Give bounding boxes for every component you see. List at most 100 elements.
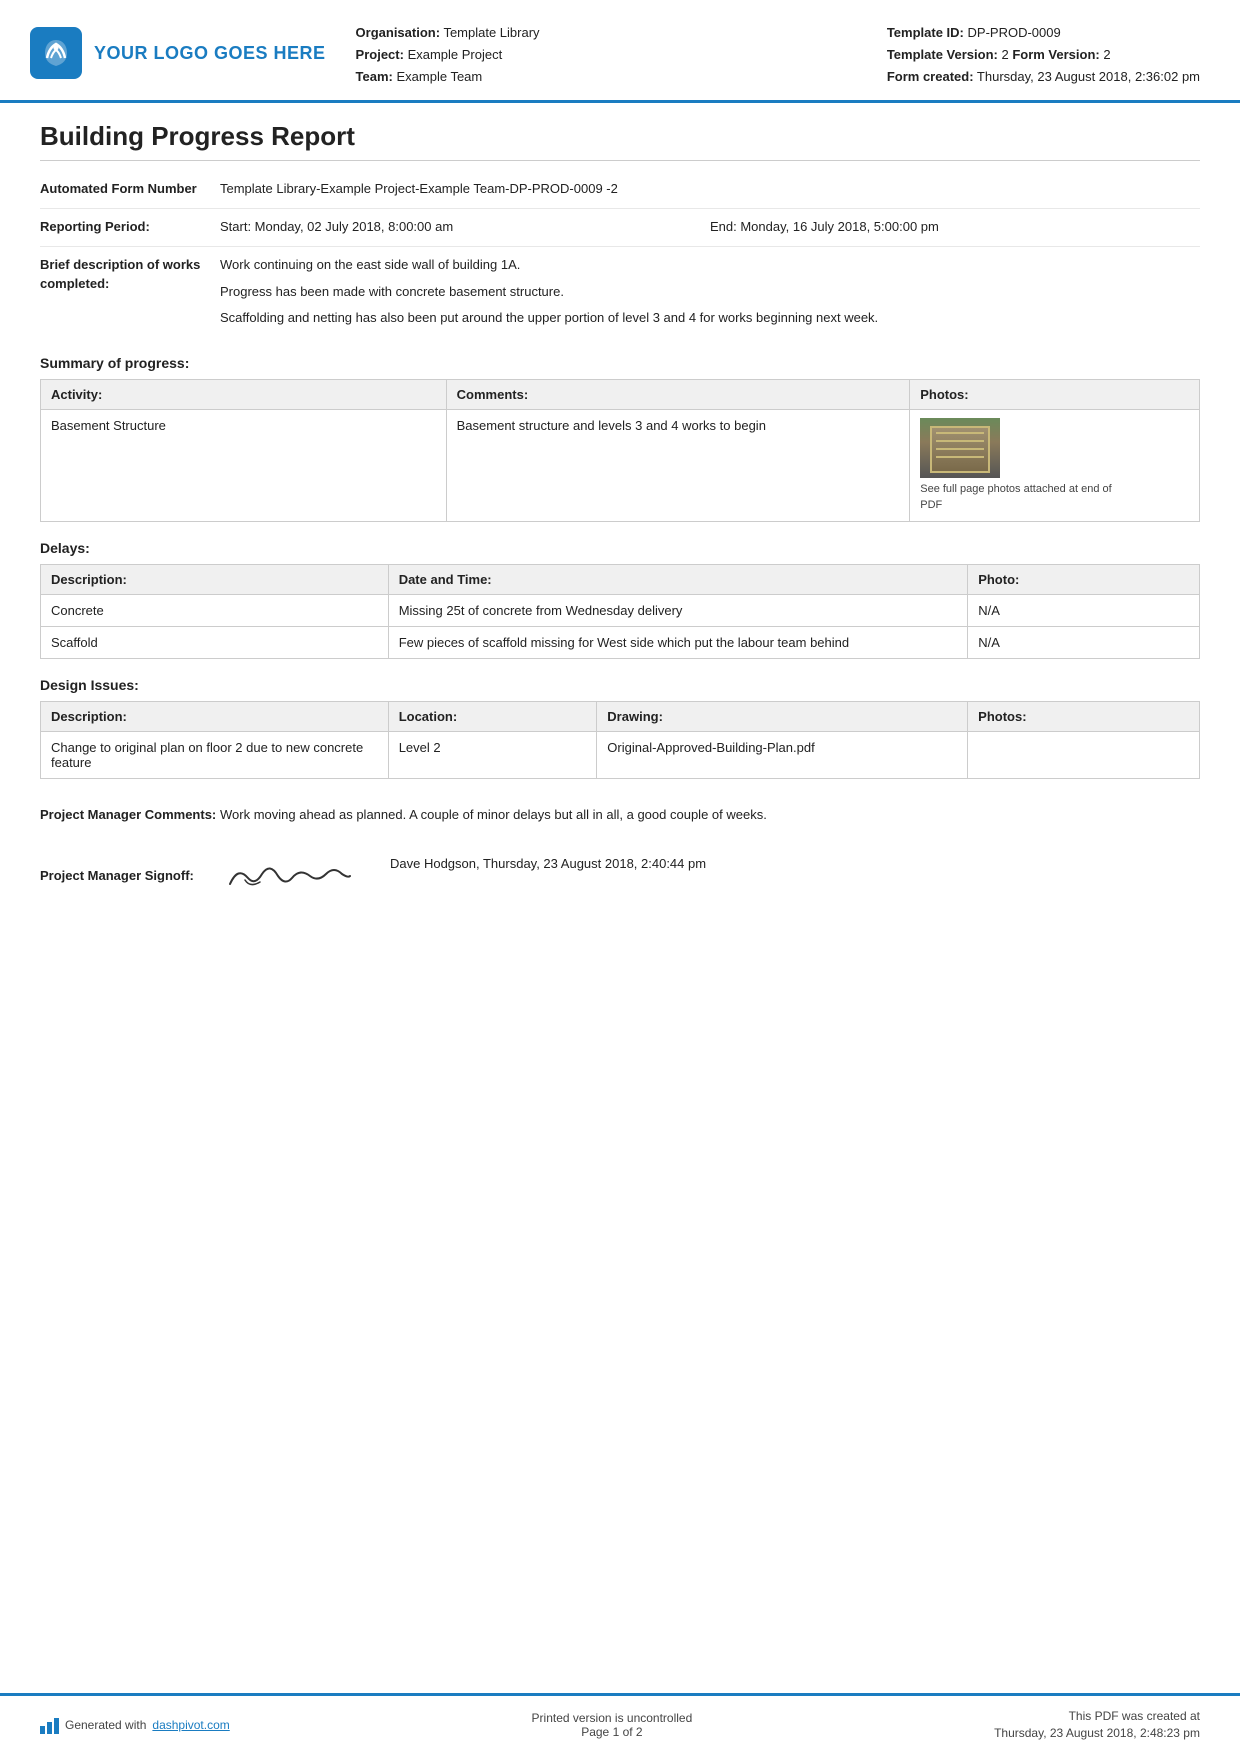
delays-desc-1: Concrete: [41, 595, 389, 627]
brief-description-label: Brief description of works completed:: [40, 255, 220, 294]
of-text: of 2: [623, 1725, 643, 1739]
reporting-start: Start: Monday, 02 July 2018, 8:00:00 am: [220, 217, 710, 238]
form-number-value: Template Library-Example Project-Example…: [220, 179, 1200, 200]
logo-text: YOUR LOGO GOES HERE: [94, 43, 326, 64]
di-row-1: Change to original plan on floor 2 due t…: [41, 732, 1200, 779]
form-number-row: Automated Form Number Template Library-E…: [40, 171, 1200, 209]
signature-area: Dave Hodgson, Thursday, 23 August 2018, …: [220, 846, 1200, 906]
delays-table: Description: Date and Time: Photo: Concr…: [40, 564, 1200, 659]
logo-svg: [39, 36, 73, 70]
brief-line-1: Work continuing on the east side wall of…: [220, 255, 1200, 276]
brief-description-row: Brief description of works completed: Wo…: [40, 247, 1200, 337]
di-location-1: Level 2: [388, 732, 597, 779]
project-value: Example Project: [408, 47, 503, 62]
footer-left: Generated with dashpivot.com: [40, 1716, 230, 1734]
di-col-desc: Description:: [41, 702, 389, 732]
uncontrolled-text: Printed version is uncontrolled: [532, 1711, 693, 1725]
delays-datetime-1: Missing 25t of concrete from Wednesday d…: [388, 595, 968, 627]
template-version-value: 2: [1001, 47, 1012, 62]
summary-col-photos: Photos:: [910, 380, 1200, 410]
pm-signoff-area: Dave Hodgson, Thursday, 23 August 2018, …: [220, 846, 1200, 906]
pm-signoff-row: Project Manager Signoff: Dave Hodgson, T…: [40, 836, 1200, 916]
di-drawing-1: Original-Approved-Building-Plan.pdf: [597, 732, 968, 779]
pm-comments-label: Project Manager Comments:: [40, 805, 220, 825]
photo-cell: See full page photos attached at end of …: [920, 418, 1189, 513]
header-right: Template ID: DP-PROD-0009 Template Versi…: [887, 18, 1200, 88]
delays-heading: Delays:: [40, 540, 1200, 556]
page-footer: Generated with dashpivot.com Printed ver…: [0, 1693, 1240, 1754]
template-id-label: Template ID:: [887, 25, 964, 40]
design-issues-heading: Design Issues:: [40, 677, 1200, 693]
template-version-label: Template Version:: [887, 47, 998, 62]
brief-line-2: Progress has been made with concrete bas…: [220, 282, 1200, 303]
signature-image: [220, 846, 360, 906]
dashpivot-link[interactable]: dashpivot.com: [152, 1718, 229, 1732]
footer-right: This PDF was created at Thursday, 23 Aug…: [994, 1708, 1200, 1742]
summary-col-activity: Activity:: [41, 380, 447, 410]
delays-row-2: Scaffold Few pieces of scaffold missing …: [41, 627, 1200, 659]
summary-comments-1: Basement structure and levels 3 and 4 wo…: [446, 410, 910, 522]
di-col-drawing: Drawing:: [597, 702, 968, 732]
summary-heading: Summary of progress:: [40, 355, 1200, 371]
form-created-label: Form created:: [887, 69, 974, 84]
form-version-value: 2: [1103, 47, 1110, 62]
reporting-end: End: Monday, 16 July 2018, 5:00:00 pm: [710, 217, 1200, 238]
delays-col-desc: Description:: [41, 565, 389, 595]
form-fields: Automated Form Number Template Library-E…: [40, 171, 1200, 337]
team-label: Team:: [356, 69, 393, 84]
team-value: Example Team: [396, 69, 482, 84]
delays-desc-2: Scaffold: [41, 627, 389, 659]
form-number-label: Automated Form Number: [40, 179, 220, 199]
summary-photos-1: See full page photos attached at end of …: [910, 410, 1200, 522]
di-photo-1: [968, 732, 1200, 779]
main-content: Building Progress Report Automated Form …: [0, 103, 1240, 1693]
pm-comments-value: Work moving ahead as planned. A couple o…: [220, 805, 1200, 826]
pm-signoff-label: Project Manager Signoff:: [40, 866, 220, 886]
team-row: Team: Example Team: [356, 66, 887, 88]
logo-icon: [30, 27, 82, 79]
di-desc-1: Change to original plan on floor 2 due t…: [41, 732, 389, 779]
pdf-created-text: This PDF was created at: [994, 1708, 1200, 1725]
signoff-name: Dave Hodgson, Thursday, 23 August 2018, …: [390, 846, 706, 875]
reporting-period-values: Start: Monday, 02 July 2018, 8:00:00 am …: [220, 217, 1200, 238]
form-version-label: Form Version:: [1012, 47, 1099, 62]
summary-table: Activity: Comments: Photos: Basement Str…: [40, 379, 1200, 522]
building-photo-inner: [920, 418, 1000, 478]
design-issues-table: Description: Location: Drawing: Photos: …: [40, 701, 1200, 779]
org-label: Organisation:: [356, 25, 441, 40]
pdf-created-date: Thursday, 23 August 2018, 2:48:23 pm: [994, 1725, 1200, 1742]
pm-comments-row: Project Manager Comments: Work moving ah…: [40, 795, 1200, 836]
delays-row-1: Concrete Missing 25t of concrete from We…: [41, 595, 1200, 627]
dashpivot-icon: [40, 1716, 59, 1734]
page-header: YOUR LOGO GOES HERE Organisation: Templa…: [0, 0, 1240, 103]
photo-caption: See full page photos attached at end of …: [920, 482, 1120, 513]
form-created-value: Thursday, 23 August 2018, 2:36:02 pm: [977, 69, 1200, 84]
delays-datetime-2: Few pieces of scaffold missing for West …: [388, 627, 968, 659]
delays-photo-1: N/A: [968, 595, 1200, 627]
project-label: Project:: [356, 47, 404, 62]
org-value: Template Library: [443, 25, 539, 40]
di-col-photos: Photos:: [968, 702, 1200, 732]
brief-description-value: Work continuing on the east side wall of…: [220, 255, 1200, 329]
delays-col-datetime: Date and Time:: [388, 565, 968, 595]
summary-col-comments: Comments:: [446, 380, 910, 410]
form-created-row: Form created: Thursday, 23 August 2018, …: [887, 66, 1200, 88]
project-row: Project: Example Project: [356, 44, 887, 66]
page-text: Page 1: [581, 1725, 619, 1739]
delays-photo-2: N/A: [968, 627, 1200, 659]
building-photo: [920, 418, 1000, 478]
report-title: Building Progress Report: [40, 121, 1200, 161]
page-number: Page 1 of 2: [532, 1725, 693, 1739]
org-row: Organisation: Template Library: [356, 22, 887, 44]
pm-section: Project Manager Comments: Work moving ah…: [40, 795, 1200, 916]
signature-svg: [220, 846, 360, 906]
reporting-period-row: Reporting Period: Start: Monday, 02 July…: [40, 209, 1200, 247]
summary-row-1: Basement Structure Basement structure an…: [41, 410, 1200, 522]
generated-text: Generated with: [65, 1718, 146, 1732]
brief-line-3: Scaffolding and netting has also been pu…: [220, 308, 1200, 329]
template-version-row: Template Version: 2 Form Version: 2: [887, 44, 1200, 66]
reporting-period-label: Reporting Period:: [40, 217, 220, 237]
delays-col-photo: Photo:: [968, 565, 1200, 595]
header-middle: Organisation: Template Library Project: …: [356, 18, 887, 88]
template-id-row: Template ID: DP-PROD-0009: [887, 22, 1200, 44]
